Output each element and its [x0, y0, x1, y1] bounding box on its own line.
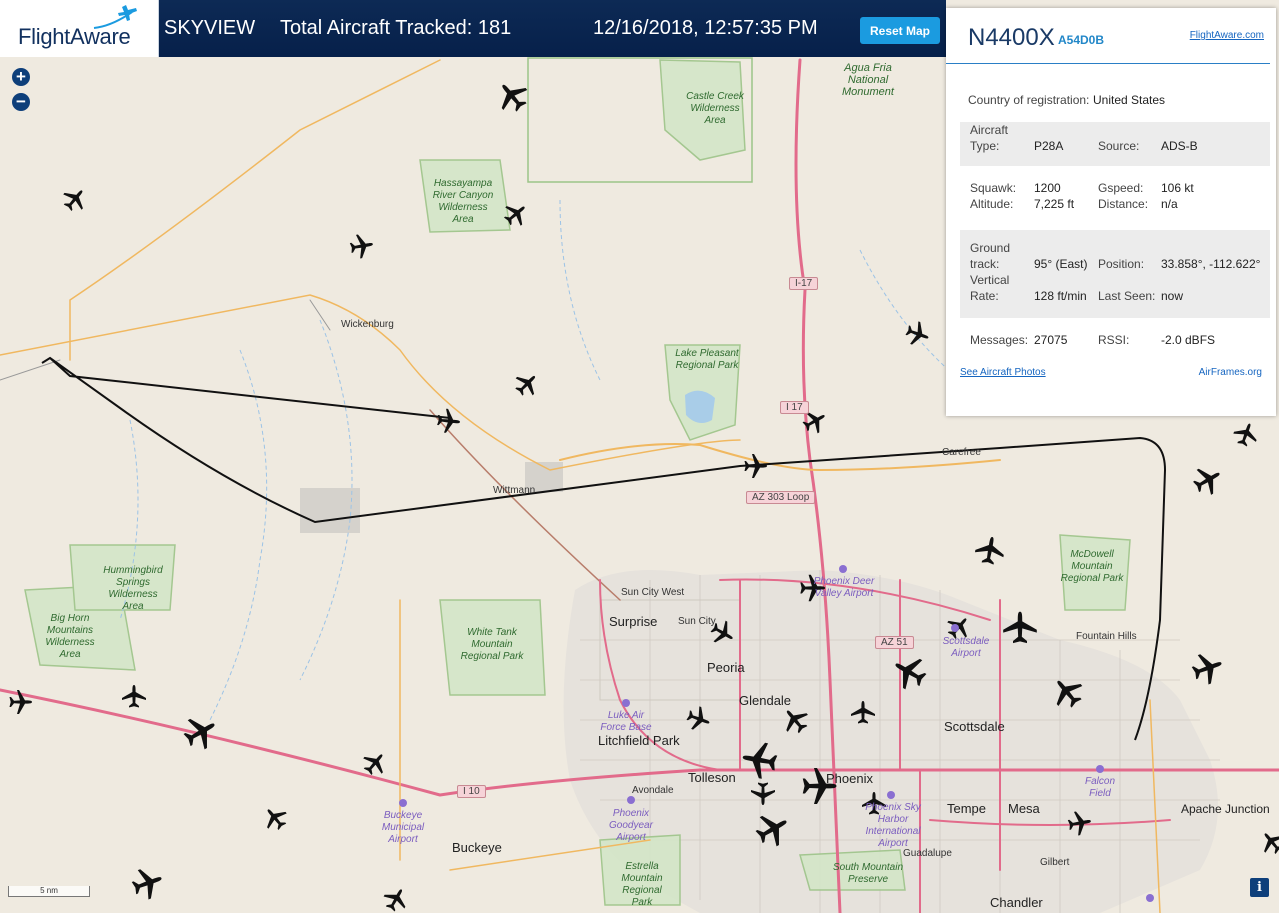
- label-castle-creek: Castle Creek Wilderness Area: [686, 91, 744, 126]
- label-luke-afb: Luke Air Force Base: [600, 710, 652, 733]
- row-squawk-altitude: Squawk: 1200 Gspeed: 106 kt Altitude: 7,…: [960, 178, 1270, 218]
- label-carefree: Carefree: [942, 447, 981, 458]
- road-shield-az51: AZ 51: [875, 636, 914, 649]
- aircraft-count: Total Aircraft Tracked: 181: [280, 17, 512, 39]
- reset-map-button[interactable]: Reset Map: [860, 17, 940, 44]
- label-mesa: Mesa: [1008, 801, 1040, 816]
- app-name: SKYVIEW: [164, 17, 256, 39]
- vertical-rate-label: Vertical Rate:: [970, 273, 1010, 303]
- airframes-link[interactable]: AirFrames.org: [1199, 367, 1262, 378]
- squawk-value: 1200: [1034, 181, 1061, 195]
- label-glendale: Glendale: [739, 693, 792, 708]
- label-agua-fria: Agua Fria National Monument: [842, 62, 894, 98]
- label-wittmann: Wittmann: [493, 485, 536, 496]
- gspeed-value: 106 kt: [1161, 181, 1194, 195]
- road-shield-i17-south: I 17: [780, 401, 809, 414]
- rssi-value: -2.0 dBFS: [1161, 333, 1216, 347]
- label-deer-valley-airport: Phoenix Deer Valley Airport: [813, 576, 875, 599]
- ground-track-label: Ground track:: [970, 241, 1011, 271]
- rssi-label: RSSI:: [1098, 333, 1130, 347]
- gspeed-label: Gspeed:: [1098, 181, 1144, 195]
- label-apache-junction: Apache Junction: [1181, 802, 1270, 816]
- current-datetime: 12/16/2018, 12:57:35 PM: [593, 17, 818, 39]
- distance-value: n/a: [1161, 197, 1178, 211]
- label-chandler: Chandler: [990, 895, 1043, 910]
- label-mcdowell: McDowell Mountain Regional Park: [1060, 549, 1124, 584]
- source-value: ADS-B: [1161, 139, 1198, 153]
- row-track-position: Ground track: 95° (East) Position: 33.85…: [960, 230, 1270, 318]
- source-label: Source:: [1098, 139, 1140, 153]
- aircraft-photos-link[interactable]: See Aircraft Photos: [960, 367, 1046, 378]
- vertical-rate-value: 128 ft/min: [1034, 289, 1087, 303]
- label-tempe: Tempe: [947, 801, 987, 816]
- label-sky-harbor: Phoenix Sky Harbor International Airport: [865, 802, 921, 849]
- road-shield-az303: AZ 303 Loop: [746, 491, 816, 504]
- label-lake-pleasant: Lake Pleasant Regional Park: [675, 348, 739, 371]
- label-litchfield: Litchfield Park: [598, 733, 680, 748]
- type-value: P28A: [1034, 139, 1064, 153]
- label-buckeye-airport: Buckeye Municipal Airport: [381, 810, 425, 845]
- label-buckeye: Buckeye: [452, 840, 502, 855]
- label-big-horn: Big Horn Mountains Wilderness Area: [45, 613, 95, 660]
- altitude-label: Altitude:: [970, 197, 1014, 211]
- flightaware-logo[interactable]: FlightAware: [0, 0, 159, 57]
- altitude-value: 7,225 ft: [1034, 197, 1075, 211]
- label-falcon-field: Falcon Field: [1084, 776, 1115, 799]
- road-shield-i17: I-17: [789, 277, 819, 290]
- squawk-label: Squawk:: [970, 181, 1017, 195]
- position-value: 33.858°, -112.622°: [1161, 257, 1261, 271]
- flightaware-link[interactable]: FlightAware.com: [1190, 30, 1264, 41]
- ground-track-value: 95° (East): [1034, 257, 1088, 271]
- label-south-mountain: South Mountain Preserve: [832, 862, 904, 885]
- country-label: Country of registration:: [968, 93, 1090, 107]
- aircraft-details-panel: N4400X A54D0B FlightAware.com Country of…: [946, 8, 1276, 416]
- label-surprise: Surprise: [609, 614, 658, 629]
- label-gilbert: Gilbert: [1040, 857, 1070, 868]
- type-label: Aircraft Type:: [970, 123, 1009, 153]
- position-label: Position:: [1098, 257, 1145, 271]
- label-wickenburg: Wickenburg: [341, 319, 394, 330]
- aircraft-registration: N4400X: [968, 24, 1055, 51]
- top-bar: FlightAware SKYVIEW Total Aircraft Track…: [0, 0, 946, 57]
- panel-divider: [946, 63, 1270, 64]
- row-type-source: Aircraft Type: P28A Source: ADS-B: [960, 122, 1270, 166]
- row-messages-rssi: Messages: 27075 RSSI: -2.0 dBFS: [960, 330, 1270, 354]
- country-value: United States: [1093, 93, 1166, 107]
- messages-value: 27075: [1034, 333, 1068, 347]
- label-sun-city: Sun City: [678, 616, 716, 627]
- label-goodyear-airport: Phoenix Goodyear Airport: [609, 808, 653, 843]
- label-hummingbird: Hummingbird Springs Wilderness Area: [103, 565, 163, 612]
- info-button[interactable]: i: [1250, 878, 1269, 897]
- last-seen-label: Last Seen:: [1098, 289, 1156, 303]
- label-fountain-hills: Fountain Hills: [1076, 631, 1137, 642]
- distance-label: Distance:: [1098, 197, 1149, 211]
- label-scottsdale-airport: Scottsdale Airport: [942, 636, 990, 659]
- label-phoenix: Phoenix: [826, 771, 873, 786]
- road-shield-i10: I 10: [457, 785, 486, 798]
- zoom-out-button[interactable]: −: [12, 93, 30, 111]
- messages-label: Messages:: [970, 333, 1029, 347]
- aircraft-hex-code: A54D0B: [1058, 33, 1105, 47]
- zoom-in-button[interactable]: +: [12, 68, 30, 86]
- label-scottsdale: Scottsdale: [944, 719, 1005, 734]
- row-country: Country of registration: United States: [960, 90, 1270, 110]
- label-avondale: Avondale: [632, 785, 674, 796]
- logo-text: FlightAware: [18, 24, 131, 49]
- label-tolleson: Tolleson: [688, 770, 736, 785]
- label-sun-city-west: Sun City West: [621, 587, 685, 598]
- scale-bar: 5 nm: [8, 886, 90, 897]
- label-peoria: Peoria: [707, 660, 745, 675]
- last-seen-value: now: [1161, 289, 1184, 303]
- label-hassayampa: Hassayampa River Canyon Wilderness Area: [432, 178, 494, 225]
- label-estrella: Estrella Mountain Regional Park: [621, 861, 663, 908]
- label-white-tank: White Tank Mountain Regional Park: [460, 627, 524, 662]
